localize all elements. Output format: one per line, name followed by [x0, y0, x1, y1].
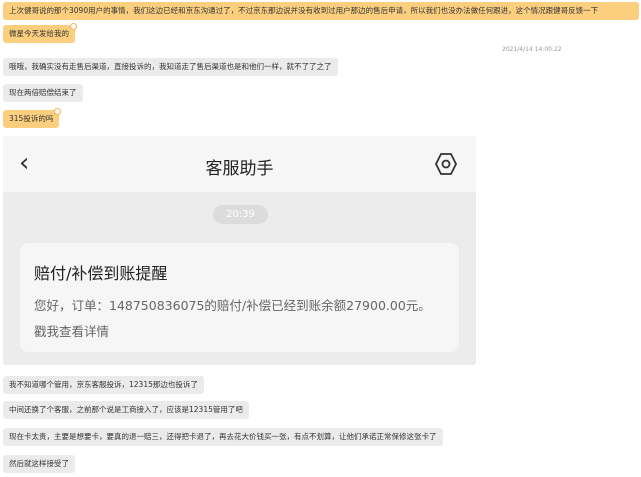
- status-dot-icon: [70, 23, 77, 30]
- hexagon-settings-icon: [434, 153, 458, 175]
- message-text: 上次健哥说的那个3090用户的事情，我们这边已经和京东沟通过了，不过京东那边说并…: [9, 6, 599, 15]
- message-bubble-other: 现在两倍赔偿结束了: [3, 84, 83, 102]
- image-message[interactable]: ‹ 客服助手 20:39 赔付/补偿到账提醒 您好，订单：14875083607…: [3, 136, 476, 365]
- message-bubble-self: 315投诉的吗: [3, 108, 62, 128]
- message-text: 哦哦，我确实没有走售后渠道，直接投诉的，我知道走了售后渠道也是和他们一样，就不了…: [9, 62, 332, 71]
- screenshot-title: 客服助手: [205, 159, 274, 179]
- message-bubble-other: 现在卡太贵，主要是想要卡，要真的退一赔三，还得把卡退了，再去花大价钱买一张，有点…: [3, 428, 443, 446]
- screenshot-header: ‹ 客服助手: [3, 136, 476, 192]
- message-bubble-other: 中间还换了个客服，之前那个说是工商接入了，应该是12315管用了吧: [3, 401, 249, 419]
- message-bubble-other: 我不知道哪个管用，京东客服投诉，12315那边也投诉了: [3, 376, 204, 394]
- message-bubble-other: 然后就这样接受了: [3, 455, 75, 473]
- message-text: 315投诉的吗: [9, 114, 54, 123]
- status-dot-icon: [54, 108, 62, 115]
- message-text: 微星今天发给我的: [9, 29, 69, 38]
- card-title: 赔付/补偿到账提醒: [34, 264, 168, 283]
- message-text: 现在两倍赔偿结束了: [9, 88, 77, 97]
- time-pill: 20:39: [213, 205, 268, 224]
- message-text: 中间还换了个客服，之前那个说是工商接入了，应该是12315管用了吧: [9, 405, 243, 414]
- notification-card: 赔付/补偿到账提醒 您好，订单：148750836075的赔付/补偿已经到账余额…: [20, 243, 459, 352]
- message-text: 现在卡太贵，主要是想要卡，要真的退一赔三，还得把卡退了，再去花大价钱买一张，有点…: [9, 432, 437, 441]
- timestamp: 2021/4/14 14:00:22: [502, 46, 562, 53]
- message-text: 然后就这样接受了: [9, 459, 69, 468]
- message-text: 我不知道哪个管用，京东客服投诉，12315那边也投诉了: [9, 380, 198, 389]
- message-bubble-self: 上次健哥说的那个3090用户的事情，我们这边已经和京东沟通过了，不过京东那边说并…: [3, 2, 639, 20]
- card-body: 您好，订单：148750836075的赔付/补偿已经到账余额27900.00元。…: [34, 298, 431, 339]
- message-bubble-other: 哦哦，我确实没有走售后渠道，直接投诉的，我知道走了售后渠道也是和他们一样，就不了…: [3, 58, 338, 76]
- message-bubble-self: 微星今天发给我的: [3, 23, 77, 43]
